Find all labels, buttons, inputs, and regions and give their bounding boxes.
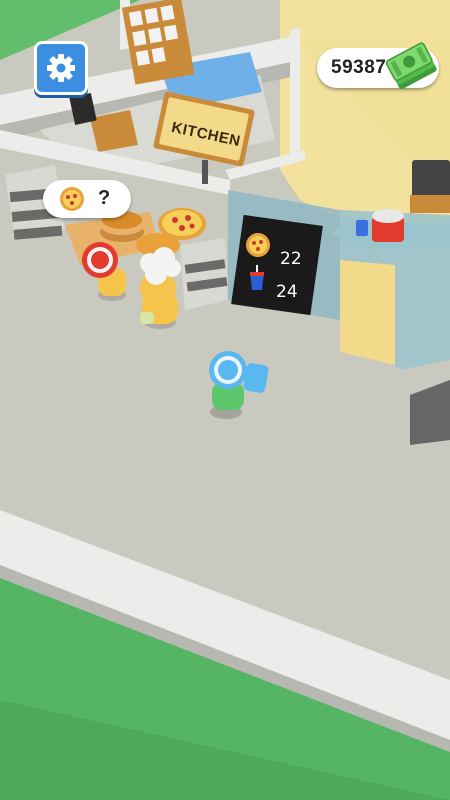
menu-pizza-count: 22 (280, 249, 302, 269)
soda-cup-icon (250, 265, 264, 290)
pizza-icon (60, 187, 84, 211)
menu-soda-count: 24 (276, 282, 298, 302)
order-status: ? (98, 187, 111, 209)
cash-stack-icon (385, 42, 437, 90)
kitchen-sign-board (153, 91, 255, 184)
chef-character (140, 247, 181, 329)
counter-door (340, 260, 395, 365)
pizza-icon (246, 233, 270, 257)
pizza-oven (180, 238, 228, 310)
gear-icon (47, 54, 75, 82)
money-value: 59387 (331, 57, 387, 78)
order-bubble: ? (43, 180, 131, 218)
settings-button[interactable] (34, 41, 88, 95)
